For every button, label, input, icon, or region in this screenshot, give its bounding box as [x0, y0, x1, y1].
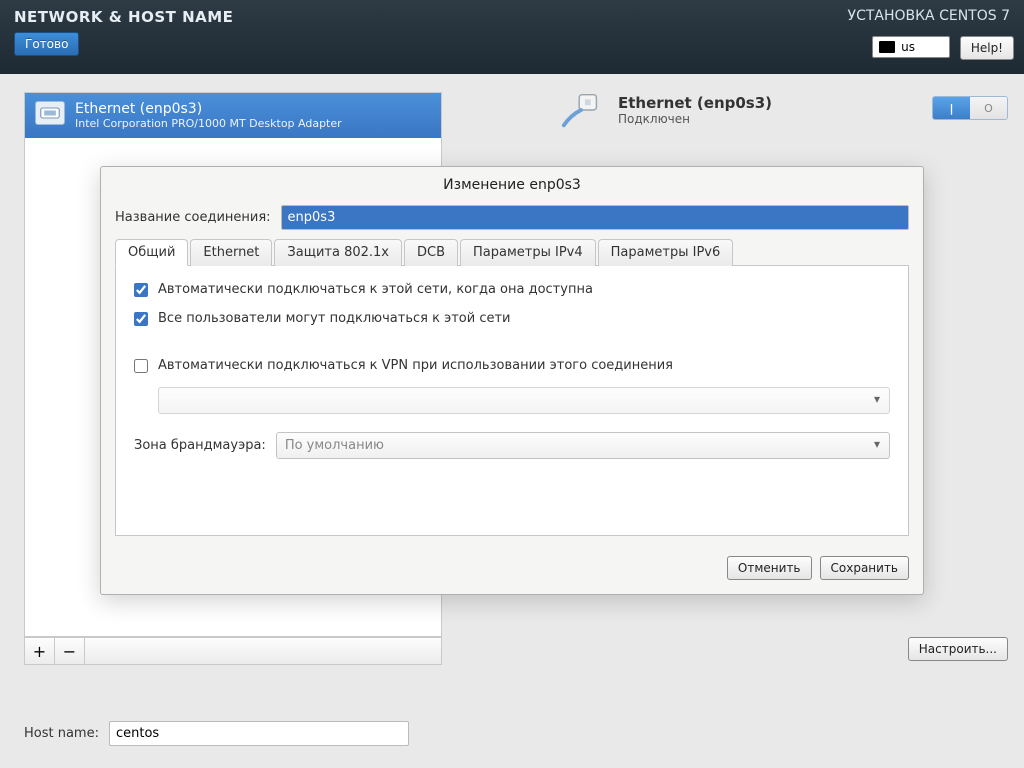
- summary-status: Подключен: [618, 112, 772, 126]
- installer-title: УСТАНОВКА CENTOS 7: [848, 8, 1010, 24]
- tab-ethernet[interactable]: Ethernet: [190, 239, 272, 266]
- tab-ipv4[interactable]: Параметры IPv4: [460, 239, 596, 266]
- auto-connect-checkbox[interactable]: [134, 283, 148, 297]
- dialog-tabs: Общий Ethernet Защита 802.1x DCB Парамет…: [115, 238, 909, 266]
- hostname-row: Host name:: [24, 721, 409, 746]
- edit-connection-dialog: Изменение enp0s3 Название соединения: Об…: [100, 166, 924, 595]
- plug-icon: [560, 92, 606, 128]
- nic-subtitle: Intel Corporation PRO/1000 MT Desktop Ad…: [75, 117, 342, 130]
- toggle-off: O: [970, 97, 1007, 119]
- keyboard-icon: [879, 41, 895, 53]
- add-interface-button[interactable]: +: [25, 638, 55, 664]
- configure-button[interactable]: Настроить...: [908, 637, 1008, 661]
- done-button[interactable]: Готово: [14, 32, 79, 56]
- help-button[interactable]: Help!: [960, 36, 1014, 60]
- hostname-input[interactable]: [109, 721, 409, 746]
- dialog-title: Изменение enp0s3: [101, 167, 923, 201]
- auto-connect-label: Автоматически подключаться к этой сети, …: [158, 282, 593, 297]
- vpn-autoconnect-label: Автоматически подключаться к VPN при исп…: [158, 358, 673, 373]
- network-summary: Ethernet (enp0s3) Подключен: [560, 92, 772, 128]
- tab-panel-general: Автоматически подключаться к этой сети, …: [115, 266, 909, 536]
- tab-ipv6[interactable]: Параметры IPv6: [598, 239, 734, 266]
- toggle-on: |: [933, 97, 970, 119]
- connection-toggle[interactable]: | O: [932, 96, 1008, 120]
- connection-name-label: Название соединения:: [115, 210, 271, 225]
- tab-8021x[interactable]: Защита 802.1x: [274, 239, 402, 266]
- network-list-item[interactable]: Ethernet (enp0s3) Intel Corporation PRO/…: [25, 93, 441, 138]
- firewall-zone-select[interactable]: По умолчанию: [276, 432, 890, 459]
- nic-title: Ethernet (enp0s3): [75, 101, 342, 117]
- add-remove-toolbar: + −: [24, 637, 442, 665]
- all-users-label: Все пользователи могут подключаться к эт…: [158, 311, 511, 326]
- keyboard-layout-label: us: [901, 40, 915, 54]
- nic-icon: [35, 101, 65, 125]
- summary-title: Ethernet (enp0s3): [618, 94, 772, 112]
- save-button[interactable]: Сохранить: [820, 556, 910, 580]
- vpn-autoconnect-checkbox[interactable]: [134, 359, 148, 373]
- tab-dcb[interactable]: DCB: [404, 239, 458, 266]
- vpn-select[interactable]: [158, 387, 890, 414]
- connection-name-input[interactable]: [281, 205, 909, 230]
- firewall-zone-label: Зона брандмауэра:: [134, 438, 266, 453]
- cancel-button[interactable]: Отменить: [727, 556, 812, 580]
- hostname-label: Host name:: [24, 726, 99, 741]
- tab-general[interactable]: Общий: [115, 239, 188, 266]
- remove-interface-button[interactable]: −: [55, 638, 85, 664]
- all-users-checkbox[interactable]: [134, 312, 148, 326]
- keyboard-layout-indicator[interactable]: us: [872, 36, 950, 58]
